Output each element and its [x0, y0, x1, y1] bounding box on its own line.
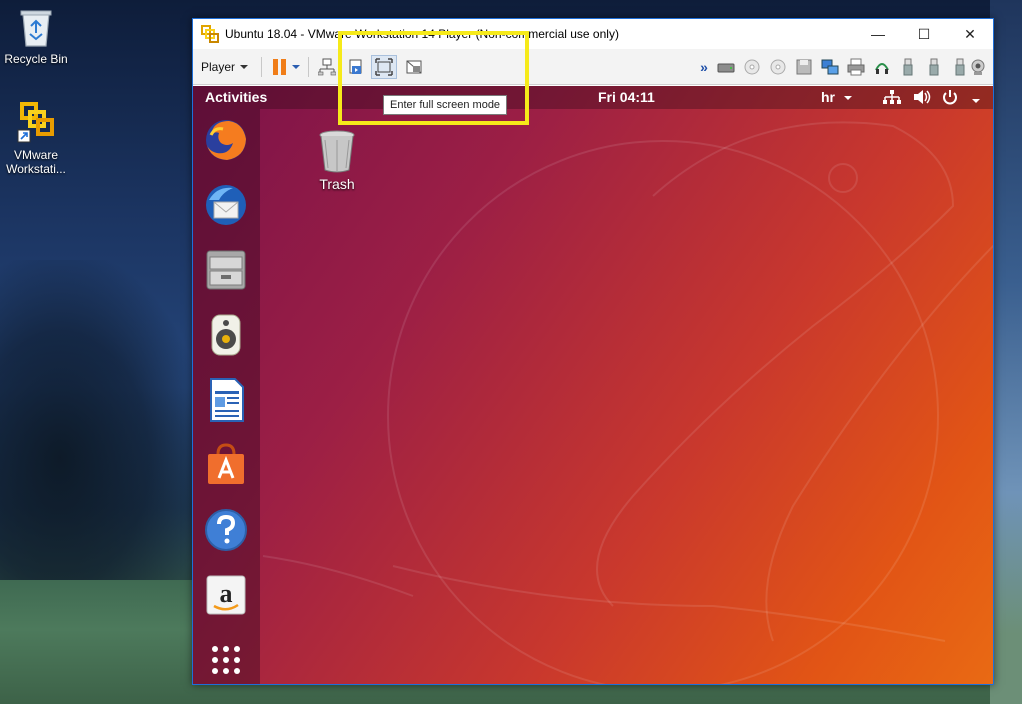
chevron-down-icon [971, 99, 980, 103]
device-printer[interactable] [845, 55, 867, 79]
files-icon [206, 250, 246, 290]
desktop-wallpaper-horizon [990, 0, 1022, 704]
power-icon [943, 90, 957, 105]
toolbar-divider [308, 57, 309, 77]
unity-exit-button[interactable] [403, 55, 425, 79]
unity-mode-icon [349, 59, 362, 74]
network-send-icon [318, 58, 336, 76]
dock-firefox[interactable] [203, 117, 249, 163]
unity-button[interactable] [345, 55, 367, 79]
vmware-player-window: Ubuntu 18.04 - VMware Workstation 14 Pla… [192, 18, 994, 685]
dock-files[interactable] [203, 247, 249, 293]
device-floppy[interactable] [793, 55, 815, 79]
trash-icon [319, 130, 355, 173]
device-hard-disk[interactable] [715, 55, 737, 79]
cd-icon [770, 59, 786, 75]
rhythmbox-icon [211, 314, 241, 356]
device-cd-2[interactable] [767, 55, 789, 79]
printer-icon [847, 58, 865, 76]
desktop-icon-label: VMware Workstati... [6, 148, 66, 176]
chevron-down-icon [240, 65, 249, 69]
dock-rhythmbox[interactable] [203, 312, 249, 358]
libreoffice-writer-icon [210, 378, 244, 422]
help-icon [205, 509, 247, 551]
desktop-icon-vmware[interactable]: VMware Workstati... [0, 100, 72, 176]
device-usb-1[interactable] [897, 55, 919, 79]
usb-icon [903, 58, 913, 76]
show-applications-icon [212, 646, 240, 674]
hard-disk-icon [717, 63, 735, 73]
network-indicator[interactable] [883, 89, 901, 108]
thunderbird-icon [206, 185, 246, 225]
system-menu[interactable] [941, 89, 981, 108]
full-screen-button[interactable] [371, 55, 397, 79]
minimize-button[interactable]: — [855, 19, 901, 49]
firefox-icon [206, 120, 246, 160]
maximize-button[interactable]: ☐ [901, 19, 947, 49]
sound-card-icon [875, 63, 889, 74]
recycle-bin-icon [20, 10, 52, 47]
device-sound[interactable] [871, 55, 893, 79]
dock-show-applications[interactable] [203, 637, 249, 683]
device-usb-2[interactable] [923, 55, 945, 79]
chevron-down-icon [843, 96, 852, 100]
fullscreen-tooltip: Enter full screen mode [383, 95, 508, 115]
keyboard-layout-indicator[interactable]: hr [821, 89, 853, 105]
ubuntu-dock: a [193, 109, 260, 684]
desktop-icon-recycle-bin[interactable]: Recycle Bin [0, 8, 72, 66]
close-button[interactable]: ✕ [947, 19, 993, 49]
device-camera[interactable] [967, 55, 989, 79]
vmware-icon [17, 102, 54, 143]
volume-indicator[interactable] [913, 89, 931, 108]
suspend-button[interactable] [269, 55, 303, 79]
desktop-wallpaper-trees [0, 260, 200, 590]
network-adapter-icon [821, 59, 839, 75]
player-menu-button[interactable]: Player [201, 55, 249, 79]
pause-icon [273, 59, 300, 75]
more-devices-button[interactable]: » [696, 55, 712, 79]
activities-button[interactable]: Activities [205, 89, 267, 105]
amazon-icon: a [206, 575, 246, 615]
device-cd-1[interactable] [741, 55, 763, 79]
usb-icon [929, 58, 939, 76]
dock-amazon[interactable]: a [203, 572, 249, 618]
svg-text:a: a [220, 579, 233, 608]
device-network[interactable] [819, 55, 841, 79]
toolbar-divider [261, 57, 262, 77]
network-wired-icon [883, 90, 901, 104]
floppy-icon [796, 59, 812, 75]
window-title: Ubuntu 18.04 - VMware Workstation 14 Pla… [225, 27, 619, 41]
send-ctrl-alt-del-button[interactable] [316, 55, 338, 79]
vmware-toolbar: Player » [193, 49, 993, 85]
dock-libreoffice-writer[interactable] [203, 377, 249, 423]
window-titlebar[interactable]: Ubuntu 18.04 - VMware Workstation 14 Pla… [193, 19, 993, 49]
webcam-icon [971, 59, 985, 75]
guest-desktop-trash[interactable]: Trash [301, 128, 373, 192]
volume-icon [914, 90, 931, 104]
player-menu-label: Player [201, 60, 236, 74]
dock-help[interactable] [203, 507, 249, 553]
vmware-app-icon [201, 25, 219, 43]
gnome-top-bar: Activities Fri 04:11 hr [193, 86, 993, 109]
dock-ubuntu-software[interactable] [203, 442, 249, 488]
dock-thunderbird[interactable] [203, 182, 249, 228]
guest-os-screen[interactable]: Activities Fri 04:11 hr a Trash [193, 86, 993, 684]
cd-icon [744, 59, 760, 75]
desktop-icon-label: Recycle Bin [4, 52, 68, 66]
keyboard-layout-label: hr [821, 89, 835, 105]
no-fullscreen-icon [406, 60, 422, 74]
trash-label: Trash [319, 176, 355, 192]
fullscreen-icon [375, 58, 393, 76]
ubuntu-software-icon [208, 443, 244, 484]
clock[interactable]: Fri 04:11 [598, 89, 655, 105]
